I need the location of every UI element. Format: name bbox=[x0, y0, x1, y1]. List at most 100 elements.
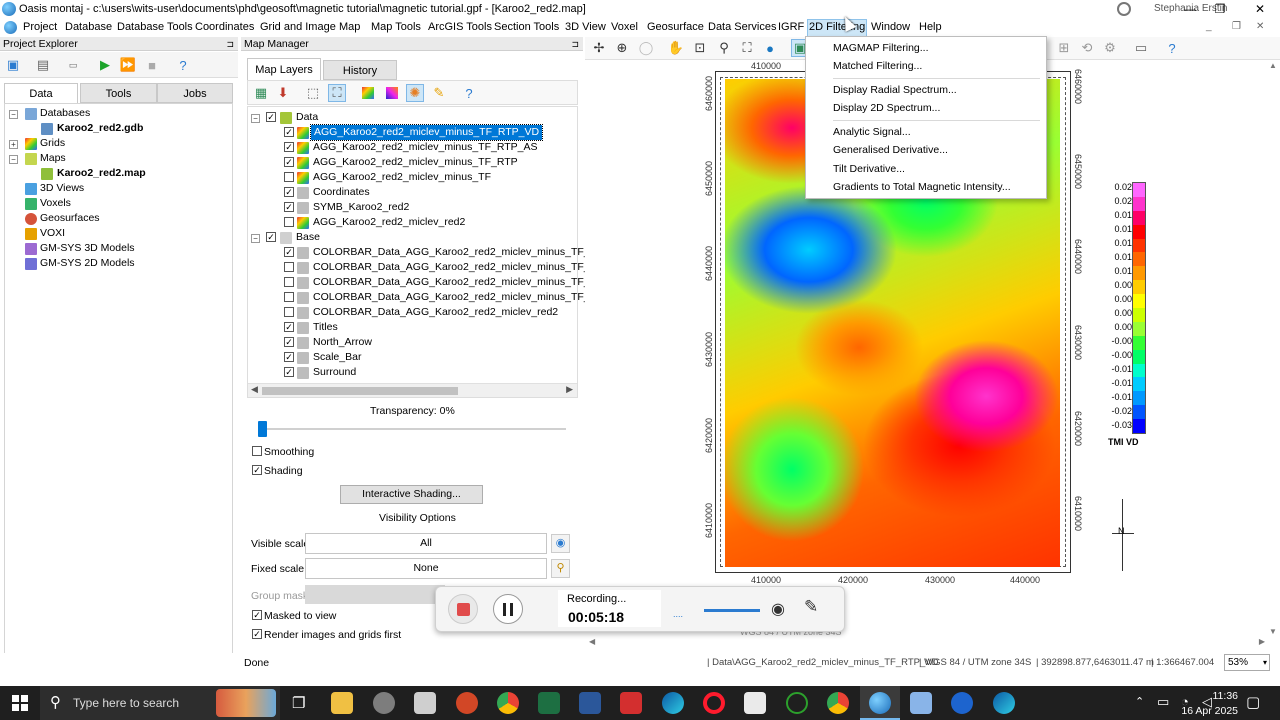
scroll-thumb[interactable] bbox=[262, 387, 458, 395]
tree-item-voxi[interactable]: VOXI bbox=[40, 226, 65, 241]
menu-3d-view[interactable]: 3D View bbox=[565, 21, 606, 33]
visible-scale-field[interactable]: All bbox=[305, 533, 547, 554]
layer-checkbox[interactable]: ✓ bbox=[284, 337, 294, 347]
run-all-icon[interactable]: ⏩ bbox=[119, 56, 137, 74]
zoom-in-icon[interactable]: ⚲ bbox=[715, 39, 733, 57]
menu-voxel[interactable]: Voxel bbox=[611, 21, 638, 33]
move-layer-icon[interactable]: ⬇ bbox=[274, 84, 292, 102]
zoom-select[interactable]: 53% ▾ bbox=[1224, 654, 1270, 671]
data-group-label[interactable]: Data bbox=[296, 110, 318, 125]
expander-data-group[interactable]: − bbox=[251, 114, 260, 123]
menu-item-analytic-signal[interactable]: Analytic Signal... bbox=[833, 126, 911, 138]
settings-gear-icon[interactable]: ⚙ bbox=[1101, 39, 1119, 57]
tree-item-grids[interactable]: Grids bbox=[40, 136, 65, 151]
menu-item-magmap-filtering[interactable]: MAGMAP Filtering... bbox=[833, 42, 929, 54]
store-icon[interactable] bbox=[414, 692, 436, 714]
layer-checkbox[interactable] bbox=[284, 307, 294, 317]
map-vscrollbar[interactable]: ▲ ▼ bbox=[1267, 61, 1280, 636]
opera-icon[interactable] bbox=[703, 692, 725, 714]
layer-checkbox[interactable]: ✓ bbox=[284, 247, 294, 257]
notes-icon[interactable] bbox=[744, 692, 766, 714]
transparency-slider-thumb[interactable] bbox=[258, 421, 267, 437]
run-icon[interactable]: ▶ bbox=[96, 56, 114, 74]
monitor-icon[interactable]: ▭ bbox=[1132, 39, 1150, 57]
tree-item-gmsys-2d[interactable]: GM-SYS 2D Models bbox=[40, 256, 135, 271]
chrome-icon[interactable] bbox=[827, 692, 849, 714]
layer-tree-hscrollbar[interactable]: ◀ ▶ bbox=[248, 383, 577, 397]
layer-checkbox[interactable]: ✓ bbox=[284, 127, 294, 137]
pan-hand-icon[interactable]: ✋ bbox=[667, 39, 685, 57]
image-icon[interactable] bbox=[383, 84, 401, 102]
layer-checkbox[interactable]: ✓ bbox=[284, 352, 294, 362]
layer-checkbox[interactable]: ✓ bbox=[284, 187, 294, 197]
word-icon[interactable] bbox=[579, 692, 601, 714]
file-explorer-icon[interactable] bbox=[331, 692, 353, 714]
help-icon[interactable]: ? bbox=[460, 84, 478, 102]
layer-item[interactable]: COLORBAR_Data_AGG_Karoo2_red2_miclev_red… bbox=[313, 305, 558, 320]
extent-icon[interactable]: ⛶ bbox=[328, 84, 346, 102]
render-first-checkbox[interactable]: ✓ bbox=[252, 629, 262, 639]
sync-icon[interactable]: ⟲ bbox=[1078, 39, 1096, 57]
tab-tools[interactable]: Tools bbox=[80, 83, 157, 103]
brush-icon[interactable]: ✎ bbox=[430, 84, 448, 102]
layer-item[interactable]: COLORBAR_Data_AGG_Karoo2_red2_miclev_min… bbox=[313, 275, 629, 290]
scroll-down-icon[interactable]: ▼ bbox=[1269, 627, 1277, 636]
layer-item[interactable]: North_Arrow bbox=[313, 335, 372, 350]
layer-item[interactable]: COLORBAR_Data_AGG_Karoo2_red2_miclev_min… bbox=[313, 245, 631, 260]
expander-maps[interactable]: − bbox=[9, 155, 18, 164]
edge-icon[interactable] bbox=[993, 692, 1015, 714]
folder-icon[interactable]: ▤ bbox=[34, 56, 52, 74]
layer-item[interactable]: AGG_Karoo2_red2_miclev_minus_TF_RTP bbox=[313, 155, 518, 170]
layer-checkbox[interactable] bbox=[284, 217, 294, 227]
new-group-icon[interactable]: ▦ bbox=[252, 84, 270, 102]
menu-2d-filtering[interactable]: 2D Filtering bbox=[806, 19, 868, 37]
tree-item-maps[interactable]: Maps bbox=[40, 151, 66, 166]
help-icon[interactable]: ? bbox=[1163, 39, 1181, 57]
sun-shading-icon[interactable]: ✺ bbox=[406, 84, 424, 102]
zoom-extent-icon[interactable]: ⛶ bbox=[738, 39, 756, 57]
menu-igrf[interactable]: IGRF bbox=[778, 21, 804, 33]
menu-item-radial-spectrum[interactable]: Display Radial Spectrum... bbox=[833, 84, 957, 96]
acrobat-icon[interactable] bbox=[620, 692, 642, 714]
layer-item[interactable]: AGG_Karoo2_red2_miclev_minus_TF_RTP_AS bbox=[313, 140, 538, 155]
masked-to-view-checkbox[interactable]: ✓ bbox=[252, 610, 262, 620]
layer-checkbox[interactable]: ✓ bbox=[284, 367, 294, 377]
fixed-scale-field[interactable]: None bbox=[305, 558, 547, 579]
shading-checkbox[interactable]: ✓ bbox=[252, 465, 262, 475]
layer-checkbox[interactable] bbox=[284, 172, 294, 182]
stop-icon[interactable]: ■ bbox=[143, 56, 161, 74]
scroll-up-icon[interactable]: ▲ bbox=[1269, 61, 1277, 70]
tray-chevron-icon[interactable]: ⌃ bbox=[1135, 695, 1144, 708]
layer-checkbox[interactable]: ✓ bbox=[284, 322, 294, 332]
expander-grids[interactable]: + bbox=[9, 140, 18, 149]
tab-map-layers[interactable]: Map Layers bbox=[247, 58, 321, 80]
base-group-checkbox[interactable]: ✓ bbox=[266, 232, 276, 242]
expander-base-group[interactable]: − bbox=[251, 234, 260, 243]
tree-item-geosurfaces[interactable]: Geosurfaces bbox=[40, 211, 100, 226]
scroll-left-icon[interactable]: ◀ bbox=[589, 637, 595, 646]
select-icon[interactable]: ⬚ bbox=[304, 84, 322, 102]
menu-data-services[interactable]: Data Services bbox=[708, 21, 776, 33]
layer-checkbox[interactable]: ✓ bbox=[284, 142, 294, 152]
layer-item[interactable]: COLORBAR_Data_AGG_Karoo2_red2_miclev_min… bbox=[313, 260, 630, 275]
menu-map-tools[interactable]: Map Tools bbox=[371, 21, 421, 33]
help-icon[interactable]: ? bbox=[174, 56, 192, 74]
layer-item[interactable]: AGG_Karoo2_red2_miclev_red2 bbox=[313, 215, 465, 230]
scroll-right-icon[interactable]: ▶ bbox=[1259, 637, 1265, 646]
map-hscrollbar[interactable]: ◀ ▶ bbox=[585, 637, 1267, 650]
globe-icon[interactable]: ● bbox=[761, 39, 779, 57]
layer-checkbox[interactable] bbox=[284, 277, 294, 287]
tab-history[interactable]: History bbox=[323, 60, 397, 80]
eye-icon[interactable]: ◉ bbox=[551, 534, 570, 553]
maximize-button[interactable]: ❐ bbox=[1200, 0, 1240, 19]
webcam-icon[interactable]: ◉ bbox=[771, 599, 785, 619]
crosshair-icon[interactable]: ⊕ bbox=[613, 39, 631, 57]
menu-item-matched-filtering[interactable]: Matched Filtering... bbox=[833, 60, 922, 72]
transparency-slider-track[interactable] bbox=[258, 428, 566, 430]
tree-item-gmsys-3d[interactable]: GM-SYS 3D Models bbox=[40, 241, 135, 256]
open-project-icon[interactable]: ▣ bbox=[4, 56, 22, 74]
menu-item-tilt-derivative[interactable]: Tilt Derivative... bbox=[833, 163, 905, 175]
menu-item-2d-spectrum[interactable]: Display 2D Spectrum... bbox=[833, 102, 940, 114]
lock-icon[interactable]: ⚲ bbox=[551, 559, 570, 578]
layer-checkbox[interactable]: ✓ bbox=[284, 202, 294, 212]
